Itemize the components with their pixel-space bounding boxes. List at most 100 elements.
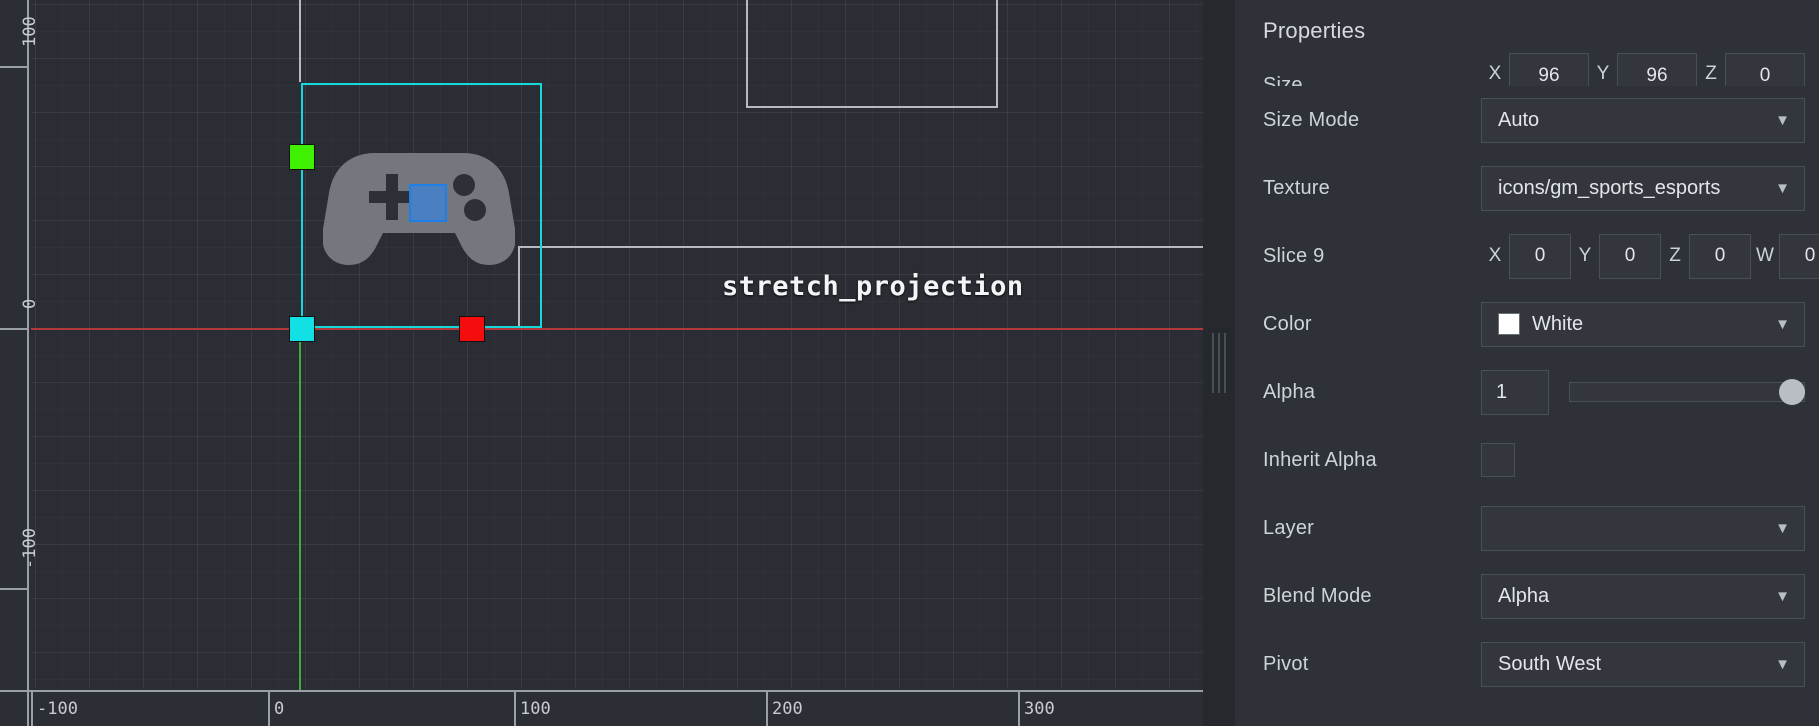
ruler-tick-label: -100 — [20, 528, 40, 569]
blend-mode-value: Alpha — [1498, 584, 1550, 607]
ruler-tick-label: 100 — [20, 16, 40, 47]
slice9-field-y[interactable]: Y 0 — [1571, 233, 1661, 279]
ruler-tick: 300 — [1018, 692, 1055, 726]
axis-label-x: X — [1488, 62, 1502, 84]
ruler-corner — [0, 690, 29, 726]
axis-label-y: Y — [1596, 62, 1610, 84]
inherit-alpha-checkbox[interactable] — [1481, 443, 1515, 477]
gizmo-handle-y[interactable] — [289, 144, 315, 170]
property-row-size-mode: Size Mode Auto ▼ — [1235, 86, 1819, 154]
ruler-vertical[interactable]: 100 0 -100 — [0, 0, 40, 726]
layer-dropdown[interactable]: ▼ — [1481, 505, 1805, 551]
slice9-field-w[interactable]: W 0 — [1751, 233, 1819, 279]
blend-mode-dropdown[interactable]: Alpha ▼ — [1481, 573, 1805, 619]
size-input-x[interactable]: 96 — [1509, 53, 1589, 86]
size-input-y[interactable]: 96 — [1617, 53, 1697, 86]
axis-label-w: W — [1756, 245, 1774, 266]
slice9-field-z[interactable]: Z 0 — [1661, 233, 1751, 279]
ruler-tick-label: 300 — [1024, 699, 1055, 719]
property-label-size-mode: Size Mode — [1263, 108, 1360, 131]
ruler-tick: -100 — [31, 692, 78, 726]
chevron-down-icon[interactable]: ▼ — [1760, 574, 1804, 619]
axis-label-z: Z — [1705, 62, 1717, 84]
chevron-down-icon[interactable]: ▼ — [1760, 642, 1804, 687]
property-label-color: Color — [1263, 312, 1312, 335]
property-label-blend-mode: Blend Mode — [1263, 584, 1372, 607]
size-input-z[interactable]: 0 — [1725, 53, 1805, 86]
size-field-z[interactable]: Z 0 — [1697, 52, 1805, 86]
slice9-input-w[interactable]: 0 — [1779, 233, 1819, 279]
chevron-down-icon[interactable]: ▼ — [1760, 166, 1804, 211]
sub-element-selection-square[interactable] — [409, 184, 447, 222]
size-field-x[interactable]: X 96 — [1481, 52, 1589, 86]
canvas-grid[interactable]: stretch_projection — [31, 0, 1203, 690]
ruler-tick: 200 — [766, 692, 803, 726]
splitter-grip-icon — [1212, 333, 1226, 393]
slice9-field-x[interactable]: X 0 — [1481, 233, 1571, 279]
chevron-down-icon[interactable]: ▼ — [1760, 302, 1804, 347]
chevron-down-icon[interactable]: ▼ — [1760, 98, 1804, 143]
property-rows: Size X 96 Y 96 Z 0 Size Mode Auto ▼ Text… — [1235, 52, 1819, 726]
size-field-y[interactable]: Y 96 — [1589, 52, 1697, 86]
ruler-tick-label: 0 — [20, 298, 40, 309]
property-row-pivot: Pivot South West ▼ — [1235, 630, 1819, 698]
ruler-tick: 100 — [514, 692, 551, 726]
ruler-tick-label: 0 — [274, 699, 285, 719]
canvas-viewport[interactable]: stretch_projection 100 0 -100 -100 0 100 — [0, 0, 1203, 726]
property-label-layer: Layer — [1263, 516, 1315, 539]
gizmo-handle-x[interactable] — [459, 316, 485, 342]
alpha-slider[interactable] — [1569, 370, 1805, 415]
guide-line-vertical — [299, 0, 301, 82]
alpha-slider-track — [1569, 382, 1805, 402]
color-dropdown[interactable]: White ▼ — [1481, 301, 1805, 347]
panel-splitter[interactable] — [1203, 0, 1235, 726]
size-mode-dropdown[interactable]: Auto ▼ — [1481, 97, 1805, 143]
gizmo-handle-origin[interactable] — [289, 316, 315, 342]
property-label-size: Size — [1263, 74, 1303, 86]
color-swatch-icon — [1498, 313, 1520, 335]
ruler-tick: 0 — [0, 68, 40, 330]
axis-label-x: X — [1488, 245, 1502, 266]
slice9-input-y[interactable]: 0 — [1599, 233, 1661, 279]
ruler-tick-label: 200 — [772, 699, 803, 719]
texture-value: icons/gm_sports_esports — [1498, 176, 1721, 199]
texture-dropdown[interactable]: icons/gm_sports_esports ▼ — [1481, 165, 1805, 211]
slice9-input-x[interactable]: 0 — [1509, 233, 1571, 279]
editor-window: stretch_projection 100 0 -100 -100 0 100 — [0, 0, 1819, 726]
ruler-tick: 100 — [0, 0, 40, 68]
property-label-pivot: Pivot — [1263, 652, 1309, 675]
ruler-horizontal[interactable]: -100 0 100 200 300 — [0, 690, 1203, 726]
slice9-vector-control: X 0 Y 0 Z 0 W 0 — [1481, 233, 1819, 279]
pivot-value: South West — [1498, 652, 1602, 675]
ruler-tick-label: -100 — [37, 699, 78, 719]
pivot-dropdown[interactable]: South West ▼ — [1481, 641, 1805, 687]
axis-label-z: Z — [1669, 245, 1681, 266]
size-mode-value: Auto — [1498, 108, 1540, 131]
property-row-inherit-alpha: Inherit Alpha — [1235, 426, 1819, 494]
property-row-size: Size X 96 Y 96 Z 0 — [1235, 52, 1819, 86]
world-axis-y — [299, 328, 301, 690]
property-row-texture: Texture icons/gm_sports_esports ▼ — [1235, 154, 1819, 222]
property-row-color: Color White ▼ — [1235, 290, 1819, 358]
panel-title: Properties — [1263, 18, 1366, 43]
property-label-slice9: Slice 9 — [1263, 244, 1325, 267]
axis-label-y: Y — [1578, 245, 1592, 266]
slice9-input-z[interactable]: 0 — [1689, 233, 1751, 279]
alpha-input[interactable]: 1 — [1481, 369, 1549, 415]
properties-panel: Properties Size X 96 Y 96 Z 0 Size Mode … — [1235, 0, 1819, 726]
property-label-inherit-alpha: Inherit Alpha — [1263, 448, 1377, 471]
property-row-slice9: Slice 9 X 0 Y 0 Z 0 W 0 — [1235, 222, 1819, 290]
element-outline-rect — [746, 0, 998, 108]
alpha-slider-thumb[interactable] — [1779, 379, 1805, 405]
property-label-texture: Texture — [1263, 176, 1330, 199]
ruler-tick: -100 — [0, 330, 40, 590]
property-label-alpha: Alpha — [1263, 380, 1316, 403]
property-row-alpha: Alpha 1 — [1235, 358, 1819, 426]
world-axis-x — [31, 328, 1203, 330]
property-row-blend-mode: Blend Mode Alpha ▼ — [1235, 562, 1819, 630]
chevron-down-icon[interactable]: ▼ — [1760, 506, 1804, 551]
property-row-layer: Layer ▼ — [1235, 494, 1819, 562]
color-value: White — [1532, 312, 1584, 335]
size-vector-control: X 96 Y 96 Z 0 — [1481, 52, 1819, 86]
ruler-tick-label: 100 — [520, 699, 551, 719]
